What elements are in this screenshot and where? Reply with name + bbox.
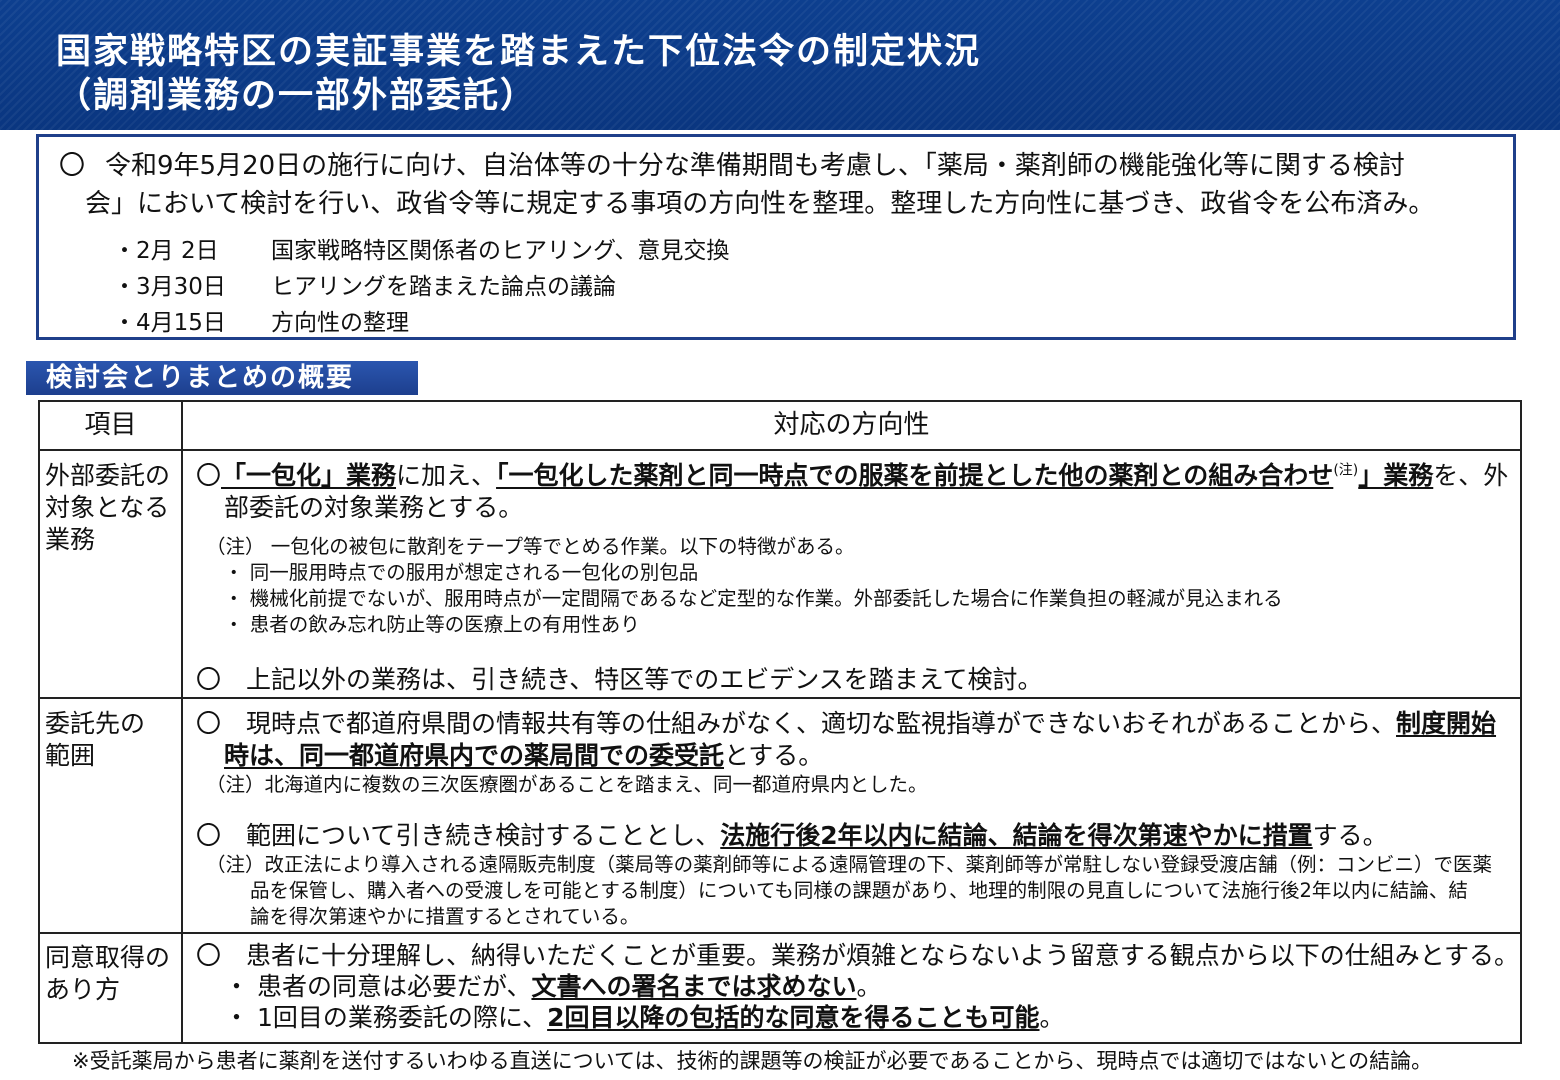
paragraph: 〇 上記以外の業務は、引き続き、特区等でのエビデンスを踏まえて検討。 [196,665,1043,694]
schedule-date: ・3月30日 [113,274,226,300]
note: （注）北海道内に複数の三次医療圏があることを踏まえ、同一都道府県内とした。 [206,773,928,796]
paragraph-continued: 部委託の対象業務とする。 [224,493,524,522]
intro-box: 〇 令和9年5月20日の施行に向け、自治体等の十分な準備期間も考慮し、「薬局・薬… [36,134,1516,340]
row-divider [40,449,1520,451]
header-item: 項目 [84,410,137,440]
text: 〇 範囲について引き続き検討することとし、 [196,821,721,850]
title-banner: 国家戦略特区の実証事業を踏まえた下位法令の制定状況 （調剤業務の一部外部委託） [0,0,1560,130]
text: 。 [856,972,882,1001]
emphasis: 」業務 [1358,461,1434,490]
note-marker: (注) [1333,462,1359,479]
row-label-scope-of-work: 外部委託の 対象となる 業務 [45,461,171,554]
schedule-date: ・4月15日 [113,310,226,336]
schedule-text: 方向性の整理 [271,310,409,336]
footnote: ※受託薬局から患者に薬剤を送付するいわゆる直送については、技術的課題等の検証が必… [72,1049,1433,1073]
row-label-consent: 同意取得の あり方 [45,943,171,1004]
text: に加え、 [396,461,497,490]
row-label-contractor-scope: 委託先の 範囲 [45,709,146,770]
row-divider [40,932,1520,934]
emphasis: 「一包化」業務 [221,461,397,490]
emphasis: 「一包化した薬剤と同一時点での服薬を前提とした他の薬剤との組み合わせ [496,461,1334,490]
paragraph: 〇 範囲について引き続き検討することとし、法施行後2年以内に結論、結論を得次第速… [196,820,1388,852]
note-heading: （注） 一包化の被包に散剤をテープ等でとめる作業。以下の特徴がある。 [206,535,855,558]
page-title-line2: （調剤業務の一部外部委託） [56,76,538,116]
note-continued: 論を得次第速やかに措置するとされている。 [250,905,640,928]
text: ・ 患者の同意は必要だが、 [224,972,532,1001]
note-item: ・ 同一服用時点での服用が想定される一包化の別包品 [224,561,699,584]
text: 〇 現時点で都道府県間の情報共有等の仕組みがなく、適切な監視指導ができないおそれ… [196,709,1397,738]
note-continued: 品を保管し、購入者への受渡しを可能とする制度）についても同様の課題があり、地理的… [250,879,1468,902]
emphasis: 2回目以降の包括的な同意を得ることも可能 [547,1003,1040,1032]
schedule-text: ヒアリングを踏まえた論点の議論 [271,274,616,300]
page-title: 国家戦略特区の実証事業を踏まえた下位法令の制定状況 （調剤業務の一部外部委託） [56,30,981,118]
text: ・ 1回目の業務委託の際に、 [224,1003,548,1032]
emphasis: 法施行後2年以内に結論、結論を得次第速やかに措置 [720,821,1313,850]
emphasis: 時は、同一都道府県内での薬局間での委受託 [224,741,725,770]
note-item: ・ 患者の飲み忘れ防止等の医療上の有用性あり [224,613,640,636]
column-divider [181,402,183,1042]
page-title-line1: 国家戦略特区の実証事業を踏まえた下位法令の制定状況 [56,32,982,72]
text: 。 [1039,1003,1065,1032]
intro-line-2: 会」において検討を行い、政省令等に規定する事項の方向性を整理。整理した方向性に基… [85,189,1435,219]
intro-line-1: 令和9年5月20日の施行に向け、自治体等の十分な準備期間も考慮し、「薬局・薬剤師… [105,151,1405,181]
schedule-text: 国家戦略特区関係者のヒアリング、意見交換 [271,238,730,264]
header-direction: 対応の方向性 [773,410,930,440]
summary-table: 項目 対応の方向性 外部委託の 対象となる 業務 〇「一包化」業務に加え、「一包… [38,400,1522,1044]
schedule-date: ・2月 2日 [113,238,219,264]
note: （注）改正法により導入される遠隔販売制度（薬局等の薬剤師等による遠隔管理の下、薬… [206,853,1493,876]
text: とする。 [724,741,824,770]
emphasis: 制度開始 [1396,709,1497,738]
note-item: ・ 機械化前提でないが、服用時点が一定間隔であるなど定型的な作業。外部委託した場… [224,587,1283,610]
section-heading: 検討会とりまとめの概要 [26,361,418,395]
paragraph-continued: 時は、同一都道府県内での薬局間での委受託とする。 [224,740,823,772]
emphasis: 文書への署名までは求めない [531,972,857,1001]
text: する。 [1312,821,1388,850]
intro-bullet: 〇 [59,151,86,181]
bullet-item: ・ 1回目の業務委託の際に、2回目以降の包括的な同意を得ることも可能。 [224,1002,1065,1034]
paragraph: 〇 患者に十分理解し、納得いただくことが重要。業務が煩雑とならないよう留意する観… [196,941,1520,970]
paragraph: 〇「一包化」業務に加え、「一包化した薬剤と同一時点での服薬を前提とした他の薬剤と… [196,460,1508,492]
text: を、外 [1433,461,1509,490]
bullet-item: ・ 患者の同意は必要だが、文書への署名までは求めない。 [224,971,881,1003]
row-divider [40,697,1520,699]
paragraph: 〇 現時点で都道府県間の情報共有等の仕組みがなく、適切な監視指導ができないおそれ… [196,708,1496,740]
bullet: 〇 [196,461,222,490]
